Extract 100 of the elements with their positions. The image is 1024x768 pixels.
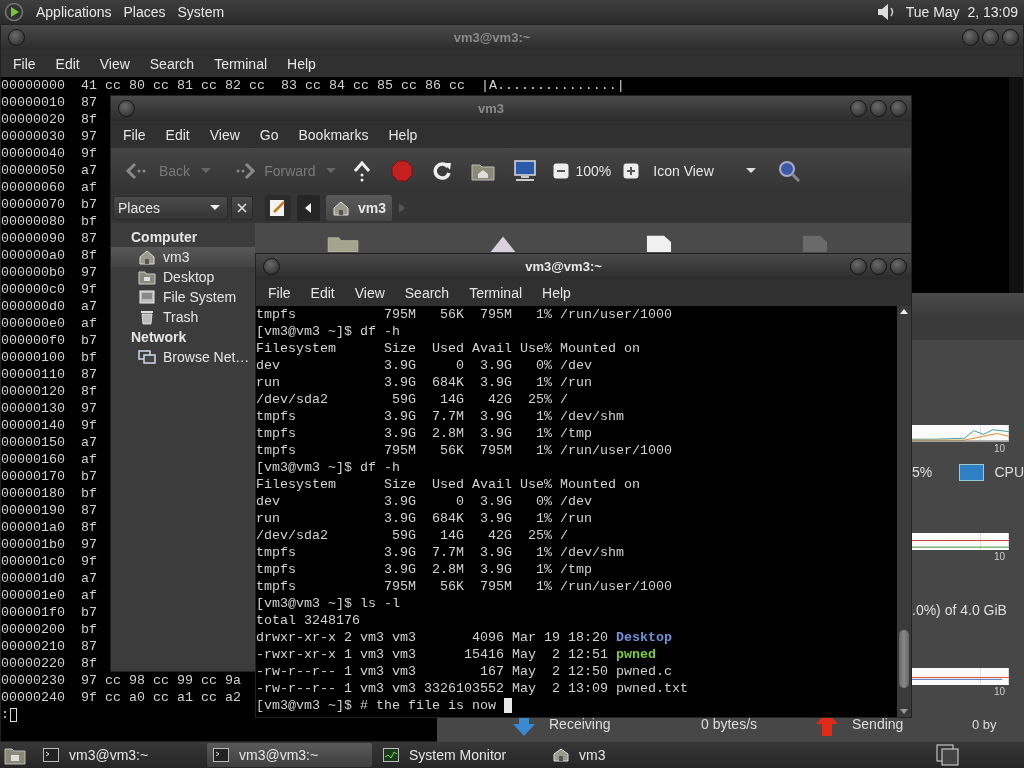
menu-item[interactable]: Search — [139, 55, 205, 72]
legend-swatch[interactable] — [959, 463, 985, 481]
taskbar-button[interactable]: System Monitor — [377, 743, 542, 767]
scrollbar[interactable] — [897, 306, 911, 717]
menu-item[interactable]: Search — [394, 284, 460, 301]
window-control-button[interactable] — [982, 29, 999, 46]
menu-item[interactable]: Terminal — [204, 55, 278, 72]
scroll-up-icon[interactable] — [899, 308, 909, 315]
menu-item[interactable]: View — [344, 284, 395, 301]
window-control-button[interactable] — [890, 258, 907, 275]
window-control-button[interactable] — [890, 100, 907, 117]
left-caret-icon — [305, 203, 312, 213]
path-button[interactable]: vm3 — [326, 195, 393, 221]
menu-item[interactable]: File — [113, 126, 156, 143]
window-menu-button[interactable] — [118, 100, 135, 117]
home-icon — [553, 748, 569, 762]
drive-icon — [138, 289, 156, 305]
computer-icon[interactable] — [513, 159, 538, 182]
terminal-icon — [213, 748, 229, 762]
close-button[interactable] — [231, 196, 253, 220]
window-title: vm3@vm3:~ — [452, 30, 532, 45]
window-control-button[interactable] — [870, 100, 887, 117]
terminal-line: 00000070 b7 — [1, 196, 97, 213]
panel-menu[interactable]: Places — [117, 4, 172, 20]
sending-rate: 0 by — [972, 716, 997, 732]
terminal-line: tmpfs 3.9G 7.7M 3.9G 1% /dev/shm — [256, 544, 624, 561]
panel-menu[interactable]: Applications — [30, 4, 118, 20]
terminal-line: 00000110 87 — [1, 366, 97, 383]
menu-item[interactable]: File — [3, 55, 46, 72]
scrollbar-thumb[interactable] — [899, 630, 909, 688]
window-control-button[interactable] — [870, 258, 887, 275]
scroll-down-icon[interactable] — [899, 708, 909, 715]
window-control-button[interactable] — [850, 258, 867, 275]
graph-icon — [383, 748, 399, 762]
edit-location-button[interactable] — [265, 195, 291, 221]
terminal-line: tmpfs 3.9G 2.8M 3.9G 1% /tmp — [256, 425, 592, 442]
menu-item[interactable]: Go — [249, 126, 289, 143]
menu-item[interactable]: Help — [532, 284, 581, 301]
window-menu-button[interactable] — [8, 29, 25, 46]
sidebar-item[interactable]: Browse Net… — [111, 347, 255, 367]
window-title: vm3 — [477, 101, 505, 116]
menu-item[interactable]: Edit — [45, 55, 90, 72]
terminal-icon — [43, 748, 59, 762]
menu-item[interactable]: View — [89, 55, 140, 72]
window-menu-button[interactable] — [263, 258, 280, 275]
menu-item[interactable]: Help — [378, 126, 428, 143]
scrollbar[interactable] — [1009, 77, 1023, 293]
window-control-button[interactable] — [850, 100, 867, 117]
menu-item[interactable]: View — [199, 126, 250, 143]
menu-item[interactable]: Edit — [155, 126, 200, 143]
terminal-line: 00000140 9f — [1, 417, 97, 434]
taskbar-button[interactable]: vm3 — [547, 743, 712, 767]
places-dropdown[interactable]: Places — [113, 196, 228, 220]
taskbar-button[interactable]: vm3@vm3:~ — [207, 743, 372, 767]
zoom-out-icon[interactable] — [553, 162, 570, 179]
terminal-line: 00000030 97 — [1, 128, 97, 145]
terminal-line: [vm3@vm3 ~]$ # the file is now — [256, 697, 497, 714]
search-icon[interactable] — [777, 158, 802, 183]
terminal-line: 000001c0 9f — [1, 553, 97, 570]
terminal-line: 00000060 af — [1, 179, 97, 196]
sidebar-heading: Computer — [130, 228, 199, 247]
text-cursor — [10, 707, 17, 722]
workspace-switcher-icon[interactable] — [936, 744, 960, 766]
terminal-line: 000001d0 a7 — [1, 570, 97, 587]
taskbar-button[interactable]: vm3@vm3:~ — [37, 743, 202, 767]
terminal-line: 00000050 a7 — [1, 162, 97, 179]
panel-menu[interactable]: System — [171, 4, 231, 20]
zoom-level: 100% — [575, 162, 612, 179]
window-title: vm3@vm3:~ — [524, 259, 603, 274]
stop-icon[interactable] — [391, 159, 414, 182]
logo-icon[interactable] — [4, 2, 24, 22]
menu-item[interactable]: Help — [277, 55, 326, 72]
clock[interactable]: Tue May 2, 13:09 — [905, 4, 1018, 20]
trash-icon — [138, 309, 156, 325]
terminal-line: 00000130 97 — [1, 400, 97, 417]
reload-icon[interactable] — [431, 159, 454, 182]
terminal-line: 00000200 bf — [1, 621, 97, 638]
caret-icon — [209, 204, 221, 212]
terminal-line: 000001e0 af — [1, 587, 97, 604]
sidebar-item[interactable]: Desktop — [111, 267, 255, 287]
close-icon — [237, 203, 247, 213]
notepad-icon — [269, 199, 287, 217]
view-mode-dropdown[interactable]: Icon View — [649, 155, 762, 186]
menu-item[interactable]: Bookmarks — [288, 126, 379, 143]
terminal-line: 00000230 97 cc 98 cc 99 cc 9a — [1, 672, 241, 689]
window-control-button[interactable] — [1002, 29, 1019, 46]
menu-item[interactable]: File — [258, 284, 301, 301]
window-control-button[interactable] — [962, 29, 979, 46]
menu-item[interactable]: Terminal — [459, 284, 533, 301]
terminal-line: tmpfs 795M 56K 795M 1% /run/user/1000 — [256, 578, 672, 595]
zoom-in-icon[interactable] — [623, 162, 640, 179]
terminal-line: 00000100 bf — [1, 349, 97, 366]
terminal-line: 00000170 b7 — [1, 468, 97, 485]
terminal-line: 00000010 87 — [1, 94, 97, 111]
sidebar-item[interactable]: vm3 — [111, 247, 255, 267]
sidebar-item[interactable]: File System — [111, 287, 255, 307]
show-desktop-icon[interactable] — [4, 745, 26, 765]
path-left-button[interactable] — [297, 195, 320, 221]
sidebar-item[interactable]: Trash — [111, 307, 255, 327]
menu-item[interactable]: Edit — [300, 284, 345, 301]
